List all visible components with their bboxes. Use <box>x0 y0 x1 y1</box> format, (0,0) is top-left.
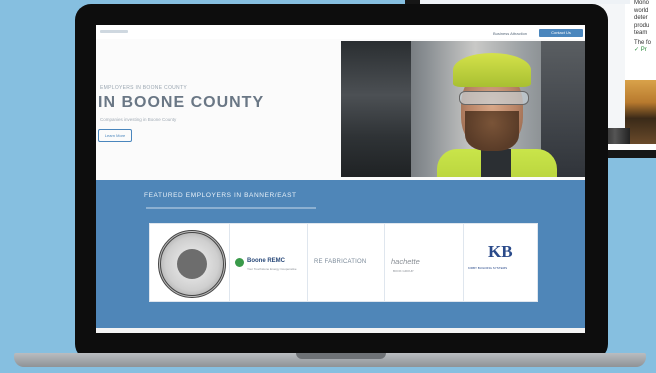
laptop-screen: Business Attraction Contact Us EMPLOYERS… <box>96 25 585 333</box>
hero-title: IN BOONE COUNTY <box>98 94 265 111</box>
background-text-column: Mono world deter produ team The fo ✓ Pr <box>634 0 656 55</box>
bg-text-line: ✓ Pr <box>634 47 647 53</box>
bottom-strip <box>96 328 585 333</box>
logo-card-county-seal[interactable] <box>149 223 230 302</box>
logo-card-re-fabrication[interactable]: RE FABRICATION <box>307 223 385 302</box>
seal-center <box>177 249 207 279</box>
hard-hat <box>453 53 531 87</box>
hachette-label: hachette <box>391 257 420 266</box>
featured-divider <box>146 207 316 209</box>
county-seal-icon <box>158 230 226 298</box>
bg-text-line: The fo <box>634 39 652 46</box>
hero-kicker: EMPLOYERS IN BOONE COUNTY <box>100 85 187 91</box>
logo-card-boone-remc[interactable]: Boone REMC Your Touchstone Energy Cooper… <box>229 223 308 302</box>
kb-sub: KIRBY BUILDING SYSTEMS <box>468 266 508 270</box>
site-header: Business Attraction Contact Us <box>96 25 585 39</box>
boone-remc-icon <box>235 258 244 267</box>
employer-logos-row: Boone REMC Your Touchstone Energy Cooper… <box>149 223 538 302</box>
bg-text-line: deter <box>634 15 648 21</box>
site-logo[interactable] <box>100 30 128 33</box>
kb-label: KB <box>488 242 513 261</box>
laptop-notch <box>296 353 386 359</box>
worker-shirt <box>481 149 511 177</box>
machinery-left <box>341 41 411 177</box>
hero-subtitle: Companies investing in Boone County <box>100 117 177 122</box>
re-fabrication-label: RE FABRICATION <box>314 259 367 265</box>
worker-beard <box>465 111 519 151</box>
boone-remc-label: Boone REMC <box>247 258 285 264</box>
featured-employers-section: FEATURED EMPLOYERS IN BANNER/EAST Boone … <box>96 180 585 328</box>
nav-link-business-attraction[interactable]: Business Attraction <box>493 31 527 36</box>
logo-card-hachette[interactable]: hachette BOOK GROUP <box>384 223 464 302</box>
logo-card-kb[interactable]: KB KIRBY BUILDING SYSTEMS <box>463 223 538 302</box>
hero-section: EMPLOYERS IN BOONE COUNTY IN BOONE COUNT… <box>96 39 585 180</box>
hachette-sub: BOOK GROUP <box>393 269 414 273</box>
hero-photo-worker <box>341 41 585 177</box>
contact-button[interactable]: Contact Us <box>539 29 583 37</box>
safety-goggles <box>459 91 529 105</box>
bg-text-line: Mono <box>634 0 650 6</box>
bg-text-line: produ <box>634 22 650 29</box>
hero-learn-more-button[interactable]: Learn More <box>98 129 132 142</box>
bg-text-line: world <box>634 7 649 14</box>
boone-remc-sub: Your Touchstone Energy Cooperative <box>247 267 297 271</box>
bg-text-line: team <box>634 30 648 36</box>
featured-title: FEATURED EMPLOYERS IN BANNER/EAST <box>144 192 297 199</box>
